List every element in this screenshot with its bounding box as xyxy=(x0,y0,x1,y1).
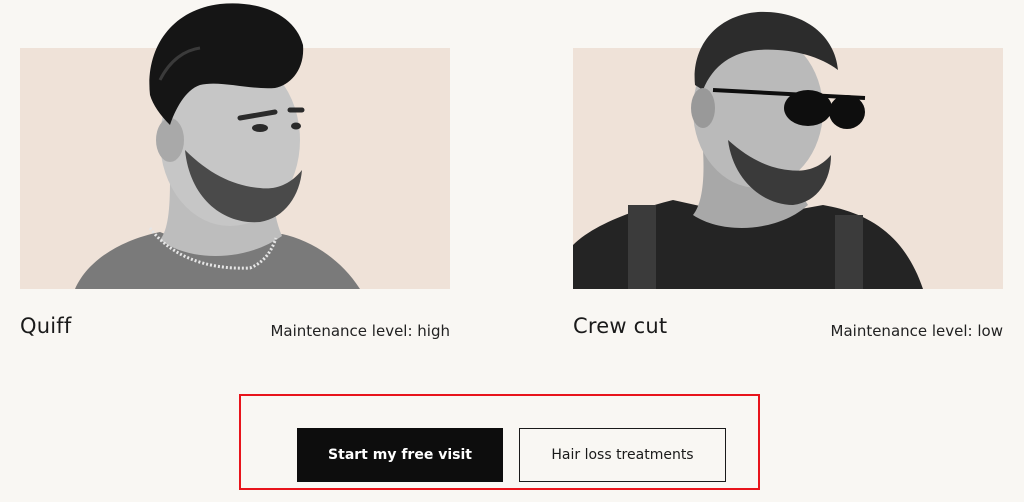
maintenance-level: Maintenance level: high xyxy=(270,322,450,340)
hairstyle-name: Crew cut xyxy=(573,314,668,338)
hairstyle-card-crew-cut: Crew cut Maintenance level: low xyxy=(573,0,1003,345)
hair-loss-treatments-button[interactable]: Hair loss treatments xyxy=(519,428,726,482)
start-free-visit-button[interactable]: Start my free visit xyxy=(297,428,503,482)
maintenance-level: Maintenance level: low xyxy=(830,322,1003,340)
hairstyle-card-quiff: Quiff Maintenance level: high xyxy=(20,0,450,345)
hairstyle-photo-quiff xyxy=(20,0,450,289)
hairstyle-photo-crew-cut xyxy=(573,0,1003,289)
man-portrait-crew-cut xyxy=(573,11,923,289)
man-portrait-quiff xyxy=(75,3,360,289)
hairstyle-name: Quiff xyxy=(20,314,72,338)
